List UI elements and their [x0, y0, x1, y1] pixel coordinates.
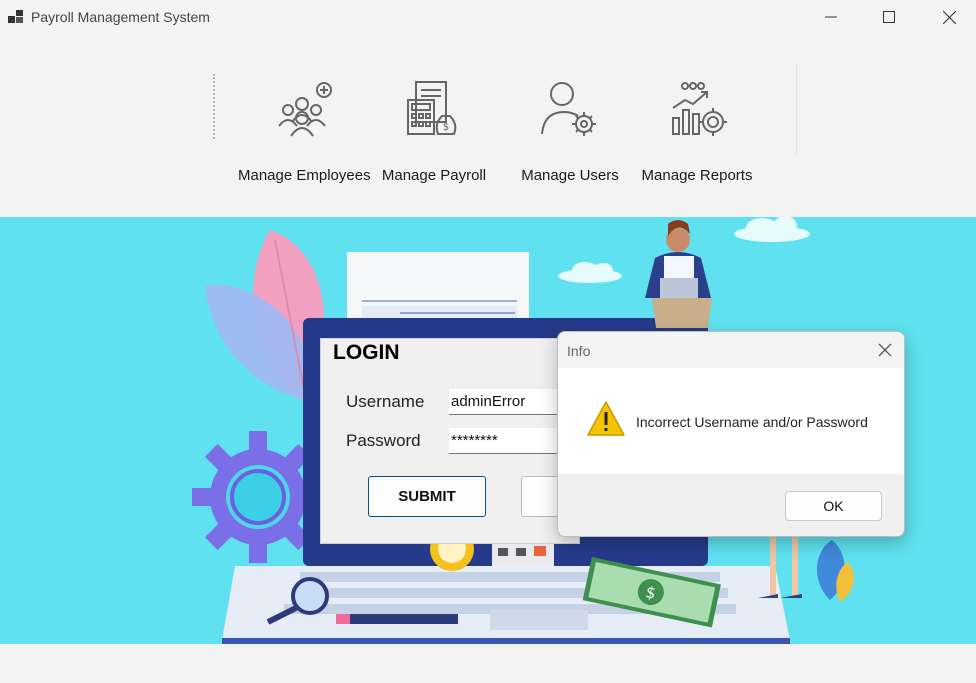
close-button[interactable]	[926, 0, 972, 34]
bottom-strip	[0, 644, 976, 683]
info-dialog: Info Incorrect Username and/or Password …	[557, 331, 905, 537]
warning-icon	[587, 401, 625, 436]
dialog-body: Incorrect Username and/or Password	[558, 368, 904, 474]
app-icon	[8, 10, 23, 23]
login-title: LOGIN	[333, 341, 400, 364]
manage-payroll-label: Manage Payroll	[381, 167, 487, 184]
manage-employees-label: Manage Employees	[238, 167, 371, 184]
payroll-calculator-icon: $	[407, 81, 457, 135]
app-window: Payroll Management System Manage Employe…	[0, 0, 976, 683]
toolbar-separator	[796, 64, 797, 154]
manage-users-button[interactable]: Manage Users	[520, 78, 620, 184]
svg-text:$: $	[443, 122, 449, 133]
maximize-button[interactable]	[866, 0, 912, 34]
manage-reports-label: Manage Reports	[641, 167, 753, 184]
toolbar-grip[interactable]	[213, 74, 215, 139]
window-title: Payroll Management System	[31, 9, 210, 25]
manage-users-label: Manage Users	[521, 167, 619, 184]
title-bar: Payroll Management System	[0, 0, 976, 34]
minimize-button[interactable]	[808, 0, 854, 34]
dialog-close-button[interactable]	[876, 341, 894, 359]
reports-chart-icon	[672, 82, 727, 136]
maximize-icon	[883, 11, 895, 23]
dialog-message: Incorrect Username and/or Password	[636, 414, 868, 430]
ok-button[interactable]: OK	[785, 491, 882, 521]
username-label: Username	[346, 392, 425, 411]
dialog-title-bar: Info	[558, 332, 904, 368]
user-settings-icon	[541, 82, 596, 136]
login-panel: LOGIN Username Password SUBMIT	[320, 338, 581, 544]
manage-payroll-button[interactable]: $ Manage Payroll	[381, 78, 487, 184]
main-toolbar: Manage Employees $ Manage Payroll Manage…	[0, 34, 976, 217]
dialog-title: Info	[567, 343, 591, 359]
password-label: Password	[346, 431, 421, 450]
employees-icon	[278, 82, 332, 137]
manage-reports-button[interactable]: Manage Reports	[640, 78, 754, 184]
manage-employees-button[interactable]: Manage Employees	[238, 78, 371, 184]
close-icon	[942, 10, 956, 24]
minimize-icon	[825, 16, 837, 18]
submit-button[interactable]: SUBMIT	[368, 476, 486, 517]
